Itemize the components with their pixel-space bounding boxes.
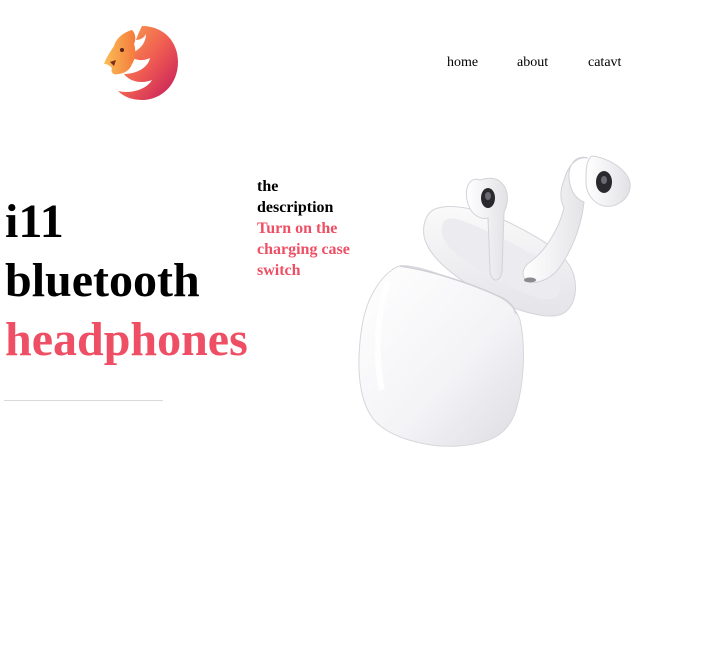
description-body: Turn on the charging case switch <box>257 220 350 279</box>
nav-link-home[interactable]: home <box>447 55 478 71</box>
description-title: the description <box>257 178 334 216</box>
nav-link-catavt[interactable]: catavt <box>588 55 621 71</box>
hero-line-3: headphones <box>5 313 248 366</box>
nav-link-about[interactable]: about <box>517 55 548 71</box>
description-block: the description Turn on the charging cas… <box>257 176 357 281</box>
main-nav: home about catavt <box>0 55 716 75</box>
hero-headline: i11 bluetooth headphones <box>5 192 248 369</box>
earbuds-case-image <box>348 150 648 455</box>
hero-line-1: i11 <box>5 195 64 248</box>
hero-divider <box>4 400 163 401</box>
hero-line-2: bluetooth <box>5 254 200 307</box>
